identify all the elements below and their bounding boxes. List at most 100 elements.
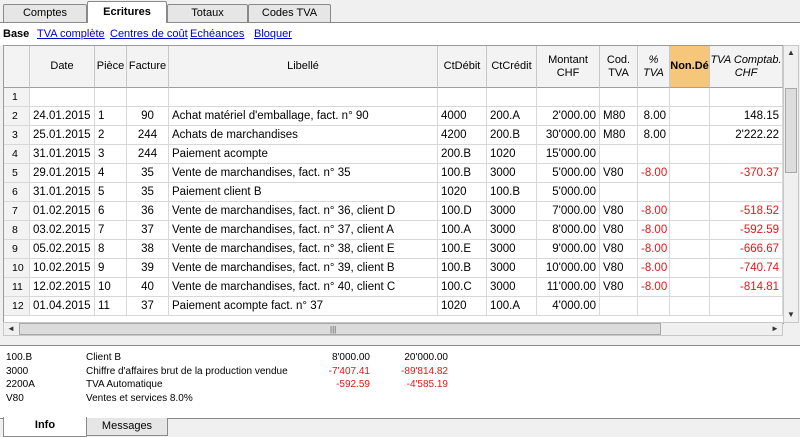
cell-nonde[interactable] [670, 164, 710, 183]
column-header-codtva[interactable]: Cod. TVA [600, 46, 638, 88]
cell-libelle[interactable]: Achat matériel d'emballage, fact. n° 90 [169, 107, 438, 126]
cell-libelle[interactable]: Vente de marchandises, fact. n° 35 [169, 164, 438, 183]
scroll-left-icon[interactable]: ◄ [4, 322, 18, 336]
cell-nonde[interactable] [670, 259, 710, 278]
cell-tvacompta[interactable] [710, 297, 783, 316]
cell-codtva[interactable] [600, 183, 638, 202]
cell-ctcredit[interactable]: 3000 [487, 240, 537, 259]
vertical-scroll-thumb[interactable] [785, 88, 797, 173]
cell-pct[interactable] [638, 183, 670, 202]
cell-ctdebit[interactable] [438, 88, 487, 107]
tab-info[interactable]: Info [3, 417, 87, 437]
cell-ctcredit[interactable]: 3000 [487, 221, 537, 240]
cell-codtva[interactable]: V80 [600, 202, 638, 221]
cell-facture[interactable]: 40 [127, 278, 169, 297]
column-header-facture[interactable]: Facture [127, 46, 169, 88]
cell-facture[interactable]: 244 [127, 145, 169, 164]
column-header-tvacompta[interactable]: TVA Comptab. CHF [710, 46, 783, 88]
cell-piece[interactable]: 2 [95, 126, 127, 145]
cell-codtva[interactable]: V80 [600, 259, 638, 278]
cell-piece[interactable]: 1 [95, 107, 127, 126]
cell-pct[interactable]: 8.00 [638, 107, 670, 126]
cell-date[interactable]: 01.04.2015 [30, 297, 95, 316]
cell-piece[interactable]: 3 [95, 145, 127, 164]
cell-facture[interactable]: 36 [127, 202, 169, 221]
cell-tvacompta[interactable]: -814.81 [710, 278, 783, 297]
cell-facture[interactable]: 90 [127, 107, 169, 126]
cell-pct[interactable]: 8.00 [638, 126, 670, 145]
cell-montant[interactable]: 9'000.00 [537, 240, 600, 259]
cell-ctcredit[interactable]: 3000 [487, 259, 537, 278]
cell-piece[interactable]: 11 [95, 297, 127, 316]
column-header-libelle[interactable]: Libellé [169, 46, 438, 88]
cell-libelle[interactable]: Vente de marchandises, fact. n° 39, clie… [169, 259, 438, 278]
cell-tvacompta[interactable]: -740.74 [710, 259, 783, 278]
cell-libelle[interactable]: Paiement acompte fact. n° 37 [169, 297, 438, 316]
cell-libelle[interactable] [169, 88, 438, 107]
cell-piece[interactable]: 9 [95, 259, 127, 278]
cell-piece[interactable]: 10 [95, 278, 127, 297]
cell-ctdebit[interactable]: 100.C [438, 278, 487, 297]
cell-ctdebit[interactable]: 4000 [438, 107, 487, 126]
cell-codtva[interactable]: M80 [600, 126, 638, 145]
cell-codtva[interactable] [600, 88, 638, 107]
view-echeances[interactable]: Echéances [190, 28, 244, 40]
cell-montant[interactable]: 2'000.00 [537, 107, 600, 126]
cell-montant[interactable]: 8'000.00 [537, 221, 600, 240]
scroll-up-icon[interactable]: ▲ [784, 46, 798, 60]
view-bloquer[interactable]: Bloquer [254, 28, 292, 40]
cell-date[interactable]: 24.01.2015 [30, 107, 95, 126]
cell-ctdebit[interactable]: 1020 [438, 183, 487, 202]
cell-date[interactable]: 25.01.2015 [30, 126, 95, 145]
cell-tvacompta[interactable]: -666.67 [710, 240, 783, 259]
column-header-nonde[interactable]: Non.Dé [670, 46, 710, 88]
cell-tvacompta[interactable] [710, 183, 783, 202]
horizontal-scrollbar[interactable]: ◄ ||| ► [3, 322, 783, 336]
cell-codtva[interactable]: V80 [600, 240, 638, 259]
column-header-piece[interactable]: Pièce [95, 46, 127, 88]
column-header-date[interactable]: Date [30, 46, 95, 88]
tab-totaux[interactable]: Totaux [167, 4, 248, 22]
cell-date[interactable]: 31.01.2015 [30, 145, 95, 164]
cell-facture[interactable] [127, 88, 169, 107]
cell-ctdebit[interactable]: 100.A [438, 221, 487, 240]
cell-date[interactable]: 29.01.2015 [30, 164, 95, 183]
cell-facture[interactable]: 244 [127, 126, 169, 145]
view-tva-complete[interactable]: TVA complète [37, 28, 105, 40]
cell-nonde[interactable] [670, 183, 710, 202]
scroll-right-icon[interactable]: ► [768, 322, 782, 336]
cell-date[interactable]: 01.02.2015 [30, 202, 95, 221]
cell-montant[interactable]: 30'000.00 [537, 126, 600, 145]
cell-libelle[interactable]: Vente de marchandises, fact. n° 40, clie… [169, 278, 438, 297]
cell-ctcredit[interactable]: 200.A [487, 107, 537, 126]
cell-codtva[interactable]: M80 [600, 107, 638, 126]
cell-ctcredit[interactable]: 3000 [487, 278, 537, 297]
cell-nonde[interactable] [670, 240, 710, 259]
cell-date[interactable] [30, 88, 95, 107]
cell-piece[interactable]: 6 [95, 202, 127, 221]
cell-ctcredit[interactable]: 1020 [487, 145, 537, 164]
cell-piece[interactable]: 5 [95, 183, 127, 202]
column-header-pct[interactable]: % TVA [638, 46, 670, 88]
cell-tvacompta[interactable]: -592.59 [710, 221, 783, 240]
cell-ctdebit[interactable]: 100.B [438, 164, 487, 183]
cell-piece[interactable]: 4 [95, 164, 127, 183]
cell-facture[interactable]: 38 [127, 240, 169, 259]
cell-tvacompta[interactable]: -518.52 [710, 202, 783, 221]
column-header-ctdebit[interactable]: CtDébit [438, 46, 487, 88]
cell-tvacompta[interactable] [710, 88, 783, 107]
cell-piece[interactable]: 7 [95, 221, 127, 240]
cell-tvacompta[interactable]: -370.37 [710, 164, 783, 183]
cell-ctdebit[interactable]: 100.D [438, 202, 487, 221]
cell-date[interactable]: 03.02.2015 [30, 221, 95, 240]
cell-libelle[interactable]: Paiement acompte [169, 145, 438, 164]
scroll-down-icon[interactable]: ▼ [784, 308, 798, 322]
cell-ctcredit[interactable]: 100.A [487, 297, 537, 316]
cell-nonde[interactable] [670, 221, 710, 240]
cell-libelle[interactable]: Vente de marchandises, fact. n° 37, clie… [169, 221, 438, 240]
cell-piece[interactable] [95, 88, 127, 107]
cell-codtva[interactable] [600, 297, 638, 316]
cell-facture[interactable]: 37 [127, 297, 169, 316]
cell-facture[interactable]: 35 [127, 164, 169, 183]
cell-nonde[interactable] [670, 88, 710, 107]
